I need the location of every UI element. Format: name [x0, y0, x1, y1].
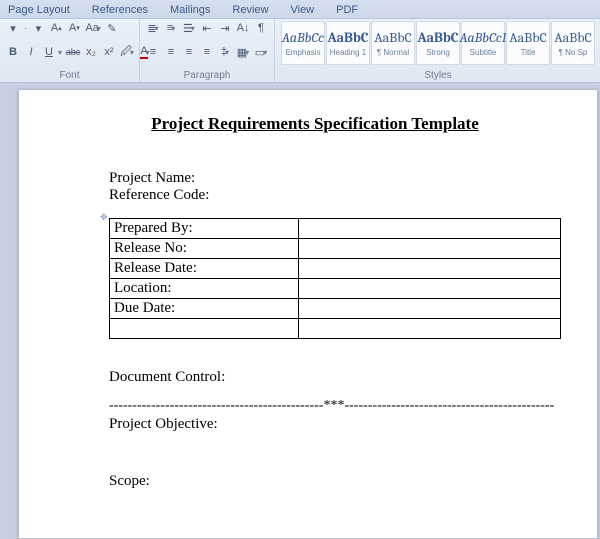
sort-icon[interactable]: A↓ [236, 21, 250, 35]
align-right-icon[interactable]: ≡ [182, 45, 196, 59]
style-name: Emphasis [285, 48, 320, 57]
style-card[interactable]: AaBbC Heading 1 [326, 21, 370, 65]
ribbon-tabs: Page Layout References Mailings Review V… [0, 0, 600, 19]
tab-references[interactable]: References [88, 2, 152, 18]
table-row[interactable]: Location: [110, 279, 561, 299]
decrease-indent-icon[interactable]: ⇤ [200, 21, 214, 35]
style-name: Heading 1 [330, 48, 366, 57]
table-cell-value[interactable] [299, 279, 561, 299]
table-cell-value[interactable] [299, 239, 561, 259]
document-area[interactable]: Project Requirements Specification Templ… [0, 83, 600, 539]
style-name: ¶ No Sp [559, 48, 588, 57]
table-row[interactable]: Release Date: [110, 259, 561, 279]
font-name-dropdown[interactable]: ▾ [6, 21, 20, 35]
project-objective-label: Project Objective: [109, 416, 561, 433]
line-spacing-icon[interactable]: ‡▾ [218, 45, 232, 59]
highlight-button[interactable]: 🖉▾ [120, 45, 134, 59]
shrink-font-icon[interactable]: A▾ [67, 21, 81, 35]
page[interactable]: Project Requirements Specification Templ… [18, 89, 598, 539]
table-anchor-icon[interactable]: ✥ [100, 212, 108, 223]
style-sample: AaBbC [554, 29, 592, 46]
style-name: Title [521, 48, 536, 57]
style-name: Strong [426, 48, 450, 57]
project-name-label: Project Name: [109, 170, 561, 187]
grow-font-icon[interactable]: A▴ [49, 21, 63, 35]
font-group: ▾ · ▾ A▴ A▾ Aa▾ ✎ B I U ▾ abc x₂ x² 🖉▾ A… [0, 19, 140, 82]
table-row[interactable]: Release No: [110, 239, 561, 259]
styles-gallery[interactable]: AaBbCc Emphasis AaBbC Heading 1 AaBbC ¶ Norma… [281, 21, 595, 65]
page-title: Project Requirements Specification Templ… [69, 114, 561, 134]
bold-button[interactable]: B [6, 45, 20, 59]
tab-pdf[interactable]: PDF [332, 2, 362, 18]
tab-view[interactable]: View [286, 2, 318, 18]
styles-group-label: Styles [281, 69, 595, 82]
table-row[interactable]: Due Date: [110, 299, 561, 319]
table-row[interactable] [110, 319, 561, 339]
table-cell-label[interactable]: Release Date: [110, 259, 299, 279]
separator: ----------------------------------------… [109, 398, 561, 414]
numbering-icon[interactable]: ≡▾ [164, 21, 178, 35]
style-sample: AaBbC [374, 29, 412, 46]
style-card[interactable]: AaBbC Strong [416, 21, 460, 65]
tab-mailings[interactable]: Mailings [166, 2, 214, 18]
tab-page-layout[interactable]: Page Layout [4, 2, 74, 18]
style-card[interactable]: AaBbCc Emphasis [281, 21, 325, 65]
style-card[interactable]: AaBbCcI Subtitle [461, 21, 505, 65]
table-cell-value[interactable] [299, 299, 561, 319]
increase-indent-icon[interactable]: ⇥ [218, 21, 232, 35]
table-row[interactable]: Prepared By: [110, 219, 561, 239]
style-card[interactable]: AaBbC ¶ Normal [371, 21, 415, 65]
multilevel-list-icon[interactable]: ☰▾ [182, 21, 196, 35]
spec-table[interactable]: Prepared By:Release No:Release Date:Loca… [109, 218, 561, 339]
change-case-icon[interactable]: Aa▾ [85, 21, 100, 35]
table-cell-label[interactable]: Prepared By: [110, 219, 299, 239]
style-name: ¶ Normal [377, 48, 409, 57]
font-size-dropdown[interactable]: ▾ [31, 21, 45, 35]
table-cell-label[interactable] [110, 319, 299, 339]
style-sample: AaBbCcI [460, 29, 507, 46]
style-card[interactable]: AaBbC Title [506, 21, 550, 65]
borders-icon[interactable]: ▭▾ [254, 45, 268, 59]
table-cell-label[interactable]: Release No: [110, 239, 299, 259]
align-center-icon[interactable]: ≡ [164, 45, 178, 59]
table-cell-label[interactable]: Due Date: [110, 299, 299, 319]
style-sample: AaBbC [509, 29, 547, 46]
style-sample: AaBbC [417, 29, 458, 46]
table-cell-value[interactable] [299, 259, 561, 279]
style-sample: AaBbCc [282, 29, 324, 46]
ribbon: ▾ · ▾ A▴ A▾ Aa▾ ✎ B I U ▾ abc x₂ x² 🖉▾ A… [0, 19, 600, 83]
styles-group: AaBbCc Emphasis AaBbC Heading 1 AaBbC ¶ Norma… [275, 19, 600, 82]
spec-table-body: Prepared By:Release No:Release Date:Loca… [110, 219, 561, 339]
bullets-icon[interactable]: ≣▾ [146, 21, 160, 35]
scope-label: Scope: [109, 473, 561, 490]
table-cell-label[interactable]: Location: [110, 279, 299, 299]
clear-formatting-icon[interactable]: ✎ [105, 21, 119, 35]
table-cell-value[interactable] [299, 319, 561, 339]
strikethrough-button[interactable]: abc [66, 45, 80, 59]
reference-code-label: Reference Code: [109, 187, 561, 204]
align-left-icon[interactable]: ≡ [146, 45, 160, 59]
style-sample: AaBbC [327, 29, 368, 46]
superscript-button[interactable]: x² [102, 45, 116, 59]
underline-button[interactable]: U [42, 45, 56, 59]
document-control-label: Document Control: [109, 369, 561, 386]
font-group-label: Font [6, 69, 133, 82]
paragraph-group-label: Paragraph [146, 69, 268, 82]
style-name: Subtitle [470, 48, 497, 57]
show-marks-icon[interactable]: ¶ [254, 21, 268, 35]
tab-review[interactable]: Review [228, 2, 272, 18]
italic-button[interactable]: I [24, 45, 38, 59]
paragraph-group: ≣▾ ≡▾ ☰▾ ⇤ ⇥ A↓ ¶ ≡ ≡ ≡ ≡ ‡▾ ▦▾ ▭▾ Parag… [140, 19, 275, 82]
justify-icon[interactable]: ≡ [200, 45, 214, 59]
style-card[interactable]: AaBbC ¶ No Sp [551, 21, 595, 65]
shading-icon[interactable]: ▦▾ [236, 45, 250, 59]
table-cell-value[interactable] [299, 219, 561, 239]
subscript-button[interactable]: x₂ [84, 45, 98, 59]
